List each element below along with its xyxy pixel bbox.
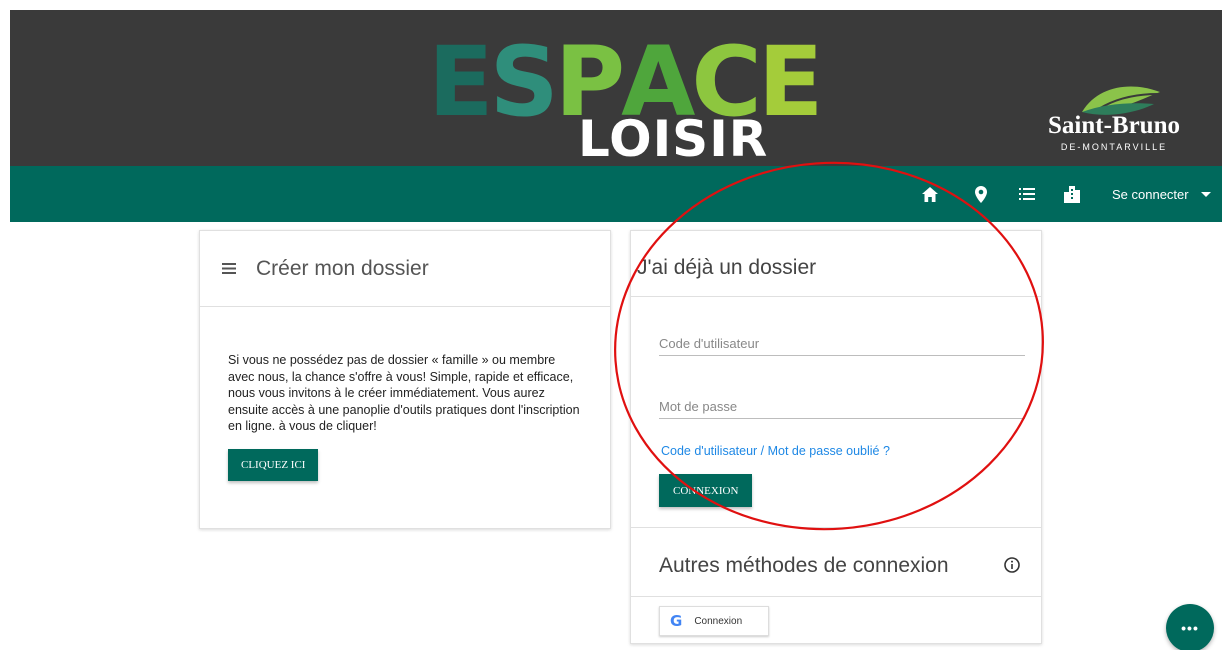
login-dropdown[interactable]: Se connecter bbox=[1112, 184, 1211, 204]
more-options-button[interactable]: ••• bbox=[1166, 604, 1214, 650]
other-methods-title: Autres méthodes de connexion bbox=[659, 554, 949, 577]
caret-down-icon bbox=[1200, 191, 1211, 197]
password-field[interactable] bbox=[659, 383, 1025, 419]
building-icon[interactable] bbox=[1062, 184, 1082, 204]
list-icon[interactable] bbox=[1017, 184, 1037, 204]
other-login-methods: Autres méthodes de connexion G Connexion bbox=[631, 527, 1041, 636]
login-card-title: J'ai déjà un dossier bbox=[631, 231, 1041, 297]
logo-letter: E bbox=[428, 26, 494, 138]
logo-loisir-text: LOISIR bbox=[578, 110, 769, 166]
espace-loisir-logo[interactable]: ESPACE LOISIR bbox=[428, 34, 840, 166]
create-card-description: Si vous ne possédez pas de dossier « fam… bbox=[228, 353, 580, 433]
info-icon[interactable] bbox=[1002, 555, 1022, 575]
city-logo[interactable]: Saint-Bruno DE-MONTARVILLE bbox=[1034, 82, 1194, 162]
home-icon[interactable] bbox=[920, 184, 940, 204]
create-account-card: Créer mon dossier Si vous ne possédez pa… bbox=[199, 230, 611, 529]
google-login-label: Connexion bbox=[694, 615, 743, 627]
city-subtitle: DE-MONTARVILLE bbox=[1060, 142, 1168, 152]
menu-icon bbox=[222, 263, 236, 274]
google-login-button[interactable]: G Connexion bbox=[659, 606, 769, 636]
divider bbox=[631, 596, 1041, 597]
google-icon: G bbox=[670, 612, 683, 630]
login-card: J'ai déjà un dossier Code d'utilisateur … bbox=[630, 230, 1042, 644]
header-banner: ESPACE LOISIR Saint-Bruno DE-MONTARVILLE bbox=[10, 10, 1222, 166]
forgot-credentials-link[interactable]: Code d'utilisateur / Mot de passe oublié… bbox=[661, 444, 890, 458]
map-marker-icon[interactable] bbox=[971, 184, 991, 204]
create-card-title: Créer mon dossier bbox=[256, 256, 429, 280]
click-here-button[interactable]: CLIQUEZ ICI bbox=[228, 448, 319, 481]
create-card-body: Si vous ne possédez pas de dossier « fam… bbox=[200, 307, 610, 481]
logo-letter: S bbox=[489, 26, 559, 138]
username-field[interactable] bbox=[659, 320, 1025, 356]
connexion-button[interactable]: CONNEXION bbox=[659, 474, 753, 507]
login-dropdown-label: Se connecter bbox=[1112, 186, 1189, 202]
city-name: Saint-Bruno bbox=[1048, 112, 1180, 139]
create-card-header: Créer mon dossier bbox=[200, 231, 610, 307]
main-navbar: Se connecter bbox=[10, 166, 1222, 222]
